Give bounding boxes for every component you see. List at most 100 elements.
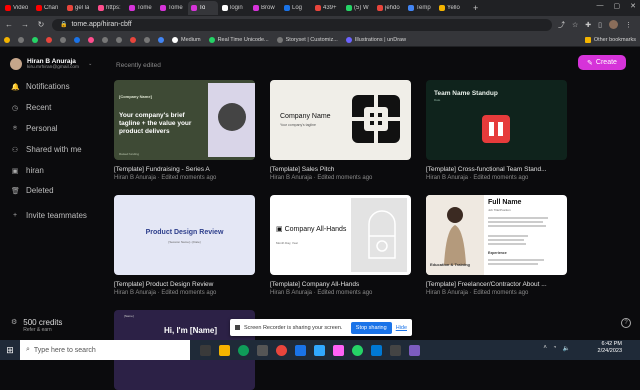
bookmark-item[interactable] [88,36,94,43]
browser-tab[interactable]: login [219,1,249,15]
bookmark-item[interactable] [60,36,66,43]
help-icon[interactable]: ? [621,318,631,328]
hide-link[interactable]: Hide [396,325,407,331]
new-tab-button[interactable]: + [473,3,478,13]
sidebar-item-notifications[interactable]: 🔔 Notifications [11,82,70,91]
task-view-icon[interactable] [200,344,211,356]
url-field[interactable]: 🔒 tome.app/hiran-cbff [52,18,552,31]
browser-tab[interactable]: Tome [157,1,187,15]
bookmark-item[interactable]: Storyset | Customiz... [276,36,338,43]
tab-label: Tome [137,5,152,11]
profile-avatar[interactable] [609,20,619,29]
stop-sharing-button[interactable]: Stop sharing [350,321,392,334]
browser-tab[interactable]: gel la [64,1,94,15]
create-button[interactable]: ✎ Create [578,55,626,70]
template-card[interactable]: Education & Training Full Name Job Title… [426,195,567,296]
user-menu[interactable]: Hiran B Anuraja kiru.mrhiran@gmail.com ⌄ [10,58,92,70]
template-card[interactable]: Product Design Review [Session Name] • [… [114,195,255,296]
bookmark-item[interactable] [32,36,38,43]
bookmark-item[interactable] [4,36,10,43]
screen-recorder-banner: Screen Recorder is sharing your screen. … [230,319,412,336]
browser-tab[interactable]: https: [95,1,125,15]
chevron-up-icon[interactable]: ˄ [543,345,547,352]
maximize-icon[interactable]: ▢ [614,2,621,10]
card-meta: Hiran B Anuraja · Edited moments ago [426,175,529,181]
close-icon[interactable]: ✕ [630,2,636,10]
app-icon[interactable] [371,344,382,356]
tab-label: Tome [168,5,183,11]
bookmark-item[interactable] [18,36,24,43]
sidebar-item-label: hiran [26,166,44,175]
file-explorer-icon[interactable] [219,344,230,356]
minimize-icon[interactable]: — [597,2,604,10]
decorative-circle [218,103,246,131]
whatsapp-icon[interactable] [352,344,363,356]
bookmark-item[interactable] [102,36,108,43]
browser-tab[interactable]: jehdo [374,1,404,15]
chrome-icon[interactable] [238,344,249,356]
sidepanel-icon[interactable]: ▯ [598,21,602,29]
star-icon[interactable]: ☆ [572,21,578,29]
bookmark-item[interactable] [130,36,136,43]
sidebar-item-label: Notifications [26,82,70,91]
app-icon[interactable] [295,344,306,356]
bookmark-item[interactable]: Medium [172,36,201,43]
template-card[interactable]: [Company Name] Your company's brief tagl… [114,80,255,181]
browser-tab[interactable]: Tome [126,1,156,15]
browser-tab[interactable]: Video [2,1,32,15]
browser-tab[interactable]: Chan [33,1,63,15]
template-card[interactable]: Company Name Your company's tagline [Tem… [270,80,411,181]
lock-icon: ▣ [11,167,19,175]
bookmark-icon [60,36,66,43]
windows-start-icon[interactable]: ⊞ [0,345,20,356]
taskbar-search[interactable]: ⌕ Type here to search [20,340,190,360]
browser-tab[interactable]: Log [281,1,311,15]
browser-tab[interactable]: 439+ [312,1,342,15]
app-icon[interactable] [409,344,420,356]
bookmark-item[interactable] [158,36,164,43]
extension-icon[interactable]: ✚ [585,21,591,29]
browser-tab[interactable]: Yello [436,1,466,15]
photoshop-icon[interactable] [314,344,325,356]
app-icon[interactable] [276,344,287,356]
sidebar-item-label: Recent [26,103,52,112]
volume-icon[interactable]: 🔈 [563,345,570,352]
sidebar-item-personal[interactable]: ⍟ Personal [11,124,58,133]
sidebar-item-invite-teammates[interactable]: + Invite teammates [11,211,87,220]
xd-icon[interactable] [333,344,344,356]
bookmark-item[interactable] [144,36,150,43]
app-icon[interactable] [390,344,401,356]
sidebar-item-label: Personal [26,124,58,133]
menu-icon[interactable]: ⋮ [625,21,632,29]
template-card[interactable]: ▣ Company All-Hands Month Day, Year [Tem… [270,195,411,296]
card-thumbnail: Team Name Standup Date [426,80,567,160]
windows-taskbar: ⊞ ⌕ Type here to search ˄ ◔ 🔈 6:42 PM 2/… [0,340,640,360]
bookmark-item[interactable] [46,36,52,43]
credits-refer[interactable]: Refer & earn [23,327,62,333]
card-thumbnail: Company Name Your company's tagline [270,80,411,160]
reload-icon[interactable]: ↻ [36,20,46,29]
sidebar-item-recent[interactable]: ◷ Recent [11,103,51,112]
browser-tab[interactable]: Temp [405,1,435,15]
sidebar-item-deleted[interactable]: 🗑 Deleted [11,186,54,195]
back-icon[interactable]: ← [4,20,14,29]
browser-tab[interactable]: Brow [250,1,280,15]
clock[interactable]: 6:42 PM 2/24/2023 [598,341,622,356]
bookmark-item[interactable]: Illustrations | unDraw [345,36,406,43]
share-icon[interactable]: ⤴ [558,20,565,30]
browser-tab[interactable]: (5) W [343,1,373,15]
bookmark-icon [74,36,80,43]
browser-tab[interactable]: To [188,1,218,15]
card-title: [Template] Freelancer/Contractor About .… [426,281,547,288]
bookmark-item[interactable] [116,36,122,43]
bookmark-item[interactable]: Real Time Unicode... [208,36,269,43]
sidebar-item-hiran[interactable]: ▣ hiran [11,166,44,175]
other-bookmarks[interactable]: Other bookmarks [584,36,636,43]
template-card[interactable]: Team Name Standup Date [Template] Cross-… [426,80,567,181]
app-icon[interactable] [257,344,268,356]
sidebar-item-shared-with-me[interactable]: ⚇ Shared with me [11,145,82,154]
credits[interactable]: ⚙ 500 credits Refer & earn [11,318,62,333]
bookmark-item[interactable] [74,36,80,43]
wifi-icon[interactable]: ◔ [553,345,557,352]
forward-icon[interactable]: → [20,20,30,29]
